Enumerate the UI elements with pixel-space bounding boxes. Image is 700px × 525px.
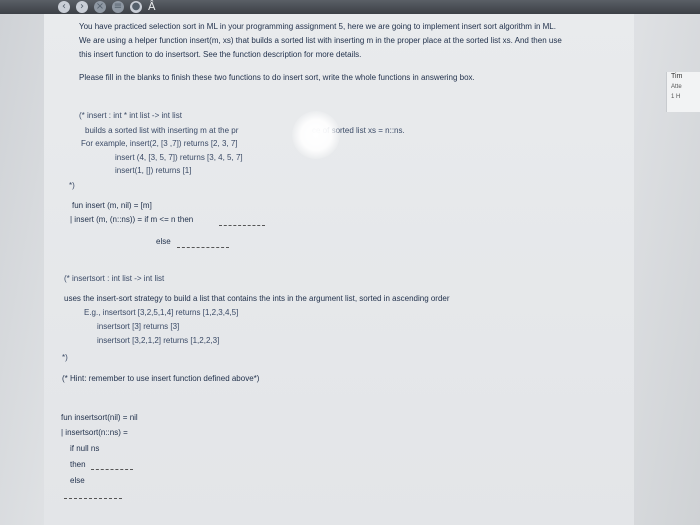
side-timer-panel: Tim Atte 1 H: [666, 72, 700, 112]
profile-icon[interactable]: ●: [130, 1, 142, 13]
insertsort-comment-desc: uses the insert-sort strategy to build a…: [64, 294, 450, 303]
forward-icon[interactable]: ›: [76, 1, 88, 13]
insert-code-line-1: fun insert (m, nil) = [m]: [72, 201, 152, 210]
back-icon[interactable]: ‹: [58, 1, 70, 13]
question-document: You have practiced selection sort in ML …: [44, 14, 634, 525]
insert-example-1: For example, insert(2, [3 ,7]) returns […: [81, 139, 238, 148]
insert-code-else: else: [156, 237, 171, 246]
intro-line-2: We are using a helper function insert(m,…: [79, 36, 562, 45]
instruction-text: Please fill in the blanks to finish thes…: [79, 73, 475, 82]
hint-text: (* Hint: remember to use insert function…: [62, 374, 260, 383]
insertsort-comment-end: *): [62, 353, 68, 362]
insert-example-3: insert(1, []) returns [1]: [115, 166, 192, 175]
side-panel-line-2: Atte: [671, 84, 682, 90]
insertsort-example-3: insertsort [3,2,1,2] returns [1,2,2,3]: [97, 336, 220, 345]
insert-else-blank[interactable]: [177, 247, 229, 249]
insertsort-code-line-1: fun insertsort(nil) = nil: [61, 413, 138, 422]
side-panel-line-3: 1 H: [671, 94, 681, 100]
screen: You have practiced selection sort in ML …: [0, 14, 700, 525]
insert-comment-end: *): [69, 181, 75, 190]
intro-line-3: this insert function to do insertsort. S…: [79, 50, 362, 59]
browser-top-bar: ‹ › × ≡ ● Â: [0, 0, 700, 14]
insertsort-code-else: else: [70, 476, 85, 485]
intro-line-1: You have practiced selection sort in ML …: [79, 22, 556, 31]
insert-comment-desc: builds a sorted list with inserting m at…: [85, 126, 239, 135]
insertsort-example-1: E.g., insertsort [3,2,5,1,4] returns [1,…: [84, 308, 239, 317]
close-tab-icon[interactable]: ×: [94, 1, 106, 13]
insert-comment-header: (* insert : int * int list -> int list: [79, 111, 182, 120]
insertsort-code-then: then: [70, 460, 86, 469]
insert-code-line-2: | insert (m, (n::ns)) = if m <= n then: [70, 215, 194, 224]
insertsort-else-blank[interactable]: [64, 498, 122, 500]
insertsort-then-blank[interactable]: [91, 469, 133, 471]
insertsort-code-line-2: | insertsort(n::ns) =: [61, 428, 128, 437]
insertsort-comment-header: (* insertsort : int list -> int list: [64, 274, 165, 283]
insertsort-code-if: if null ns: [70, 444, 100, 453]
insertsort-example-2: insertsort [3] returns [3]: [97, 322, 180, 331]
glyph-icon: Â: [148, 0, 156, 13]
side-panel-title: Tim: [671, 73, 683, 80]
browser-icon-group: ‹ › × ≡ ● Â: [58, 0, 156, 14]
screen-glare: [292, 111, 340, 159]
insert-example-2: insert (4, [3, 5, 7]) returns [3, 4, 5, …: [115, 153, 243, 162]
apps-icon[interactable]: ≡: [112, 1, 124, 13]
insert-then-blank[interactable]: [219, 225, 265, 227]
